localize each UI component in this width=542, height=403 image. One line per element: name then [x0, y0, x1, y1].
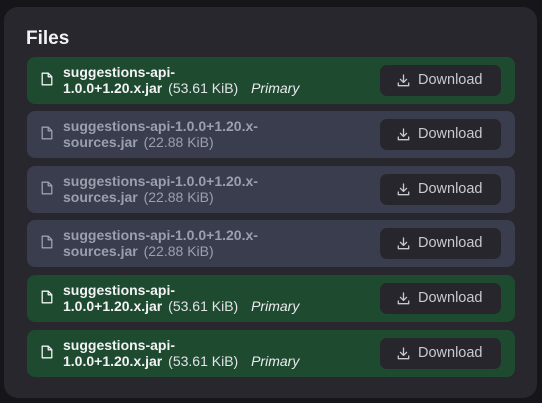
files-section-title: Files — [26, 28, 70, 49]
download-button[interactable]: Download — [380, 338, 501, 369]
download-button-label: Download — [418, 290, 483, 306]
file-name: suggestions-api- 1.0.0+1.20.x.jar — [63, 64, 176, 96]
file-row: suggestions-api- 1.0.0+1.20.x.jar (53.61 … — [27, 57, 515, 104]
download-button[interactable]: Download — [380, 228, 501, 259]
download-button-label: Download — [418, 72, 483, 88]
download-icon — [397, 237, 410, 250]
download-button-label: Download — [418, 235, 483, 251]
download-button[interactable]: Download — [380, 283, 501, 314]
download-icon — [397, 74, 410, 87]
file-info: suggestions-api- 1.0.0+1.20.x.jar (53.61 … — [63, 337, 343, 369]
file-icon — [41, 181, 53, 195]
file-icon — [41, 290, 53, 304]
download-icon — [397, 292, 410, 305]
download-button-label: Download — [418, 126, 483, 142]
file-size: (53.61 KiB) — [168, 79, 239, 96]
download-icon — [397, 128, 410, 141]
file-name: suggestions-api- 1.0.0+1.20.x.jar — [63, 337, 176, 369]
file-info: suggestions-api-1.0.0+1.20.x-sources.jar… — [63, 173, 343, 205]
file-size: (22.88 KiB) — [143, 188, 214, 205]
files-panel: Files suggestions-api- 1.0.0+1.20.x.jar (… — [4, 7, 537, 398]
download-button[interactable]: Download — [380, 174, 501, 205]
file-row: suggestions-api- 1.0.0+1.20.x.jar (53.61 … — [27, 275, 515, 322]
download-icon — [397, 347, 410, 360]
file-name: suggestions-api- 1.0.0+1.20.x.jar — [63, 282, 176, 314]
download-button-label: Download — [418, 181, 483, 197]
primary-tag: Primary — [251, 297, 300, 314]
file-icon — [41, 72, 53, 86]
file-info: suggestions-api-1.0.0+1.20.x-sources.jar… — [63, 227, 343, 259]
download-icon — [397, 183, 410, 196]
file-icon — [41, 345, 53, 359]
file-row: suggestions-api-1.0.0+1.20.x-sources.jar… — [27, 220, 515, 267]
file-size: (22.88 KiB) — [143, 133, 214, 150]
download-button[interactable]: Download — [380, 65, 501, 96]
file-row: suggestions-api-1.0.0+1.20.x-sources.jar… — [27, 111, 515, 158]
file-info: suggestions-api- 1.0.0+1.20.x.jar (53.61 … — [63, 282, 343, 314]
file-size: (53.61 KiB) — [168, 352, 239, 369]
file-row: suggestions-api-1.0.0+1.20.x-sources.jar… — [27, 166, 515, 213]
download-button-label: Download — [418, 345, 483, 361]
primary-tag: Primary — [251, 79, 300, 96]
file-row: suggestions-api- 1.0.0+1.20.x.jar (53.61 … — [27, 330, 515, 377]
file-info: suggestions-api-1.0.0+1.20.x-sources.jar… — [63, 118, 343, 150]
file-info: suggestions-api- 1.0.0+1.20.x.jar (53.61 … — [63, 64, 343, 96]
file-size: (22.88 KiB) — [143, 242, 214, 259]
file-icon — [41, 235, 53, 249]
primary-tag: Primary — [251, 352, 300, 369]
download-button[interactable]: Download — [380, 119, 501, 150]
file-icon — [41, 126, 53, 140]
file-size: (53.61 KiB) — [168, 297, 239, 314]
